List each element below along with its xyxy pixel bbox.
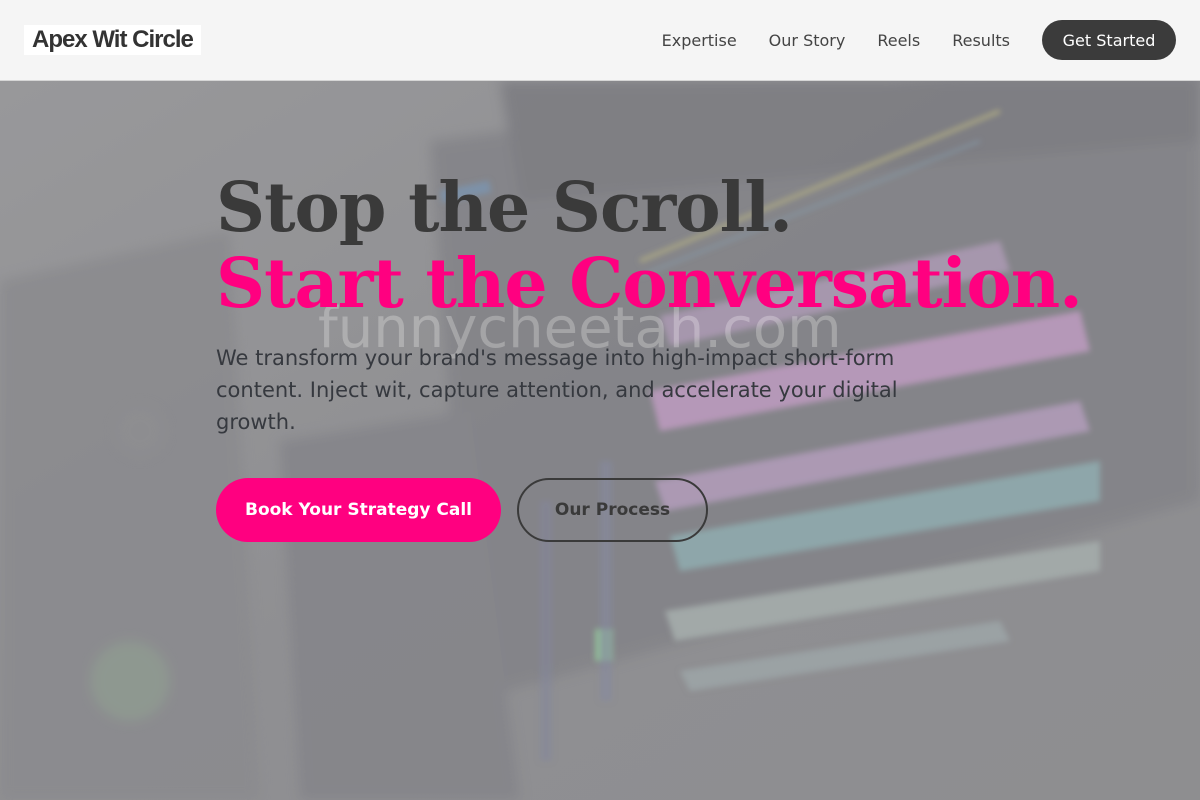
hero-lead: We transform your brand's message into h…	[216, 346, 898, 434]
nav-link-reels[interactable]: Reels	[877, 31, 920, 50]
hero-content: Stop the Scroll. Start the Conversation.…	[216, 168, 1083, 542]
nav-link-our-story[interactable]: Our Story	[769, 31, 846, 50]
logo[interactable]: Apex Wit Circle	[24, 25, 201, 55]
hero-title-line2: Start the Conversation.	[216, 244, 1083, 324]
site-header: Apex Wit Circle Expertise Our Story Reel…	[0, 0, 1200, 81]
hero-actions: Book Your Strategy Call Our Process	[216, 478, 1016, 542]
nav-link-results[interactable]: Results	[952, 31, 1010, 50]
hero-title: Stop the Scroll. Start the Conversation.	[216, 168, 1083, 324]
hero-title-line1: Stop the Scroll.	[216, 168, 793, 248]
main-nav: Expertise Our Story Reels Results Get St…	[662, 20, 1176, 60]
our-process-button[interactable]: Our Process	[517, 478, 708, 542]
nav-link-expertise[interactable]: Expertise	[662, 31, 737, 50]
book-strategy-call-button[interactable]: Book Your Strategy Call	[216, 478, 501, 542]
get-started-button[interactable]: Get Started	[1042, 20, 1176, 60]
